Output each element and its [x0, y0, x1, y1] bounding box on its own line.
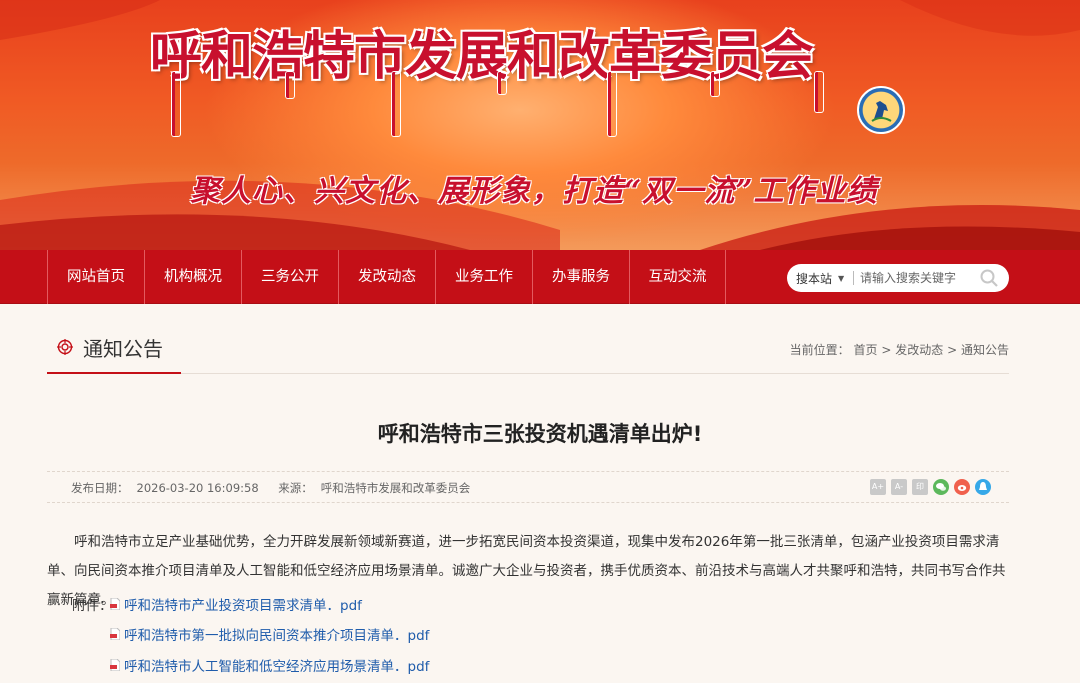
mongolian-script [711, 72, 719, 96]
breadcrumb-prefix: 当前位置： [789, 343, 850, 357]
article-meta: 发布日期： 2026-03-20 16:09:58 来源： 呼和浩特市发展和改革委员… [47, 471, 1009, 503]
nav-item-home[interactable]: 网站首页 [47, 250, 144, 304]
attachment-link[interactable]: 呼和浩特市人工智能和低空经济应用场景清单．pdf [110, 655, 429, 675]
target-icon [57, 339, 73, 355]
pdf-file-icon [110, 659, 120, 671]
section-title: 通知公告 [47, 322, 181, 374]
mongolian-script [172, 72, 180, 136]
attachment-name: 呼和浩特市产业投资项目需求清单．pdf [124, 598, 362, 614]
mongolian-script [815, 72, 823, 112]
share-toolbar: A+ A- 印 [865, 479, 991, 495]
nav-item-about[interactable]: 机构概况 [144, 250, 241, 304]
search-scope-label: 搜本站 [796, 271, 833, 286]
mongolian-script [498, 72, 506, 94]
search-scope-select[interactable]: 搜本站 ▼ [787, 270, 853, 287]
section-header: 通知公告 当前位置： 首页 > 发改动态 > 通知公告 [47, 322, 1009, 374]
breadcrumb-separator: > [881, 343, 892, 357]
font-decrease-button[interactable]: A- [891, 479, 907, 495]
mongolian-script [392, 72, 400, 136]
breadcrumb: 当前位置： 首页 > 发改动态 > 通知公告 [790, 341, 1009, 358]
qq-share-icon[interactable] [975, 479, 991, 495]
wechat-share-icon[interactable] [933, 479, 949, 495]
weibo-share-icon[interactable] [954, 479, 970, 495]
breadcrumb-notice-link[interactable]: 通知公告 [961, 343, 1009, 357]
nav-item-business[interactable]: 业务工作 [435, 250, 532, 304]
horse-emblem-icon [857, 86, 905, 134]
section-title-text: 通知公告 [83, 336, 163, 361]
print-button[interactable]: 印 [912, 479, 928, 495]
nav-item-news[interactable]: 发改动态 [338, 250, 435, 304]
banner-slogan: 聚人心、兴文化、展形象，打造“双一流”工作业绩 [190, 174, 878, 209]
meta-text: 发布日期： 2026-03-20 16:09:58 来源： 呼和浩特市发展和改革委员… [71, 480, 486, 496]
attachment-link[interactable]: 呼和浩特市第一批拟向民间资本推介项目清单．pdf [110, 624, 429, 644]
search-divider [853, 271, 854, 285]
attachment-link[interactable]: 呼和浩特市产业投资项目需求清单．pdf [110, 594, 362, 614]
nav-item-services[interactable]: 办事服务 [532, 250, 629, 304]
nav-item-interaction[interactable]: 互动交流 [629, 250, 726, 304]
article-title: 呼和浩特市三张投资机遇清单出炉! [377, 422, 703, 446]
mongolian-script [608, 72, 616, 136]
search-input[interactable] [860, 271, 978, 285]
pdf-file-icon [110, 598, 120, 610]
source-label: 来源： [278, 481, 313, 495]
font-increase-button[interactable]: A+ [870, 479, 886, 495]
attachment-name: 呼和浩特市第一批拟向民间资本推介项目清单．pdf [124, 628, 430, 644]
mongolian-script [286, 72, 294, 98]
publish-date: 2026-03-20 16:09:58 [136, 481, 259, 495]
nav-item-disclosure[interactable]: 三务公开 [241, 250, 338, 304]
nav-list: 网站首页 机构概况 三务公开 发改动态 业务工作 办事服务 互动交流 [47, 250, 726, 304]
search-icon[interactable] [979, 268, 999, 288]
header-banner: 呼和浩特市发展和改革委员会 聚人心、兴文化、展形象，打造“双一流”工作业绩 [0, 0, 1080, 250]
breadcrumb-news-link[interactable]: 发改动态 [895, 343, 943, 357]
attachment-name: 呼和浩特市人工智能和低空经济应用场景清单．pdf [124, 659, 430, 675]
pdf-file-icon [110, 628, 120, 640]
caret-down-icon: ▼ [838, 273, 845, 283]
source-value: 呼和浩特市发展和改革委员会 [320, 481, 471, 495]
search-box: 搜本站 ▼ [787, 264, 1009, 292]
breadcrumb-separator: > [947, 343, 958, 357]
breadcrumb-home-link[interactable]: 首页 [854, 343, 878, 357]
attachments-label: 附件： [72, 598, 113, 614]
publish-date-label: 发布日期： [71, 481, 129, 495]
